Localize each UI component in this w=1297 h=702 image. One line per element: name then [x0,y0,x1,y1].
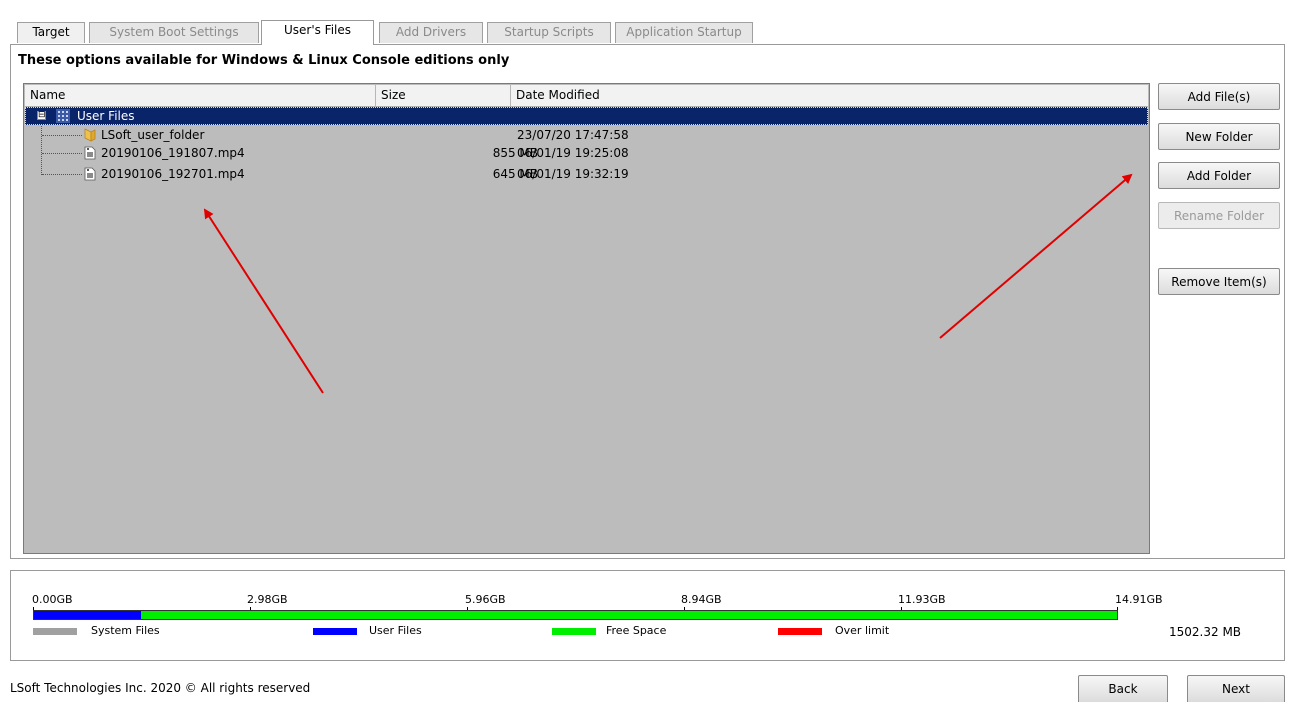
tab-add-drivers[interactable]: Add Drivers [379,22,483,43]
listview-header: Name Size Date Modified [25,85,1148,107]
user-files-listview[interactable]: Name Size Date Modified ⊟ User Files LSo… [23,83,1150,554]
legend-swatch-system-files [33,628,77,635]
usage-tick-label: 0.00GB [32,593,73,606]
video-file-icon [84,146,96,160]
item-date-modified: 06/01/19 19:32:19 [517,167,629,181]
item-name: 20190106_191807.mp4 [101,146,245,160]
usage-tick-label: 2.98GB [247,593,288,606]
tree-row-user-files[interactable]: ⊟ User Files [25,107,1148,125]
next-button[interactable]: Next [1187,675,1285,702]
users-files-panel: These options available for Windows & Li… [10,44,1285,559]
disk-usage-bar [33,610,1118,620]
panel-heading: These options available for Windows & Li… [18,53,510,68]
tab-target[interactable]: Target [17,22,85,43]
collapse-toggle-icon[interactable]: ⊟ [37,111,46,120]
usage-tick-label: 14.91GB [1115,593,1163,606]
item-name: LSoft_user_folder [101,128,205,142]
legend-label-user-files: User Files [369,624,422,637]
add-files-button[interactable]: Add File(s) [1158,83,1280,110]
usage-tick-label: 8.94GB [681,593,722,606]
listview-body: ⊟ User Files LSoft_user_folder 23/07/20 … [25,107,1148,552]
column-header-name[interactable]: Name [25,85,376,106]
new-folder-button[interactable]: New Folder [1158,123,1280,150]
remove-items-button[interactable]: Remove Item(s) [1158,268,1280,295]
tree-row-file[interactable]: 20190106_191807.mp4 855 MB 06/01/19 19:2… [25,144,1148,162]
tab-users-files[interactable]: User's Files [261,20,374,45]
legend-swatch-over-limit [778,628,822,635]
legend-label-system-files: System Files [91,624,160,637]
legend-label-free-space: Free Space [606,624,667,637]
add-folder-button[interactable]: Add Folder [1158,162,1280,189]
legend-swatch-user-files [313,628,357,635]
tab-system-boot-settings[interactable]: System Boot Settings [89,22,259,43]
copyright-text: LSoft Technologies Inc. 2020 © All right… [10,681,311,695]
item-name: 20190106_192701.mp4 [101,167,245,181]
legend-label-over-limit: Over limit [835,624,890,637]
back-button[interactable]: Back [1078,675,1168,702]
item-date-modified: 23/07/20 17:47:58 [517,128,629,142]
grid-folder-icon [56,109,70,123]
tab-strip: Target System Boot Settings User's Files… [17,20,757,45]
rename-folder-button[interactable]: Rename Folder [1158,202,1280,229]
disk-usage-panel: 0.00GB 2.98GB 5.96GB 8.94GB 11.93GB 14.9… [10,570,1285,661]
column-header-date-modified[interactable]: Date Modified [511,85,1147,106]
column-header-size[interactable]: Size [376,85,511,106]
user-files-size-total: 1502.32 MB [1169,625,1242,639]
tree-row-folder[interactable]: LSoft_user_folder 23/07/20 17:47:58 [25,126,1148,144]
user-files-segment [34,611,141,619]
tab-application-startup[interactable]: Application Startup [615,22,753,43]
video-file-icon [84,167,96,181]
tab-startup-scripts[interactable]: Startup Scripts [487,22,611,43]
tree-row-label: User Files [77,109,135,123]
usage-tick-label: 5.96GB [465,593,506,606]
item-date-modified: 06/01/19 19:25:08 [517,146,629,160]
usage-tick-label: 11.93GB [898,593,946,606]
legend-swatch-free-space [552,628,596,635]
folder-icon [84,128,96,142]
tree-row-file[interactable]: 20190106_192701.mp4 645 MB 06/01/19 19:3… [25,165,1148,183]
